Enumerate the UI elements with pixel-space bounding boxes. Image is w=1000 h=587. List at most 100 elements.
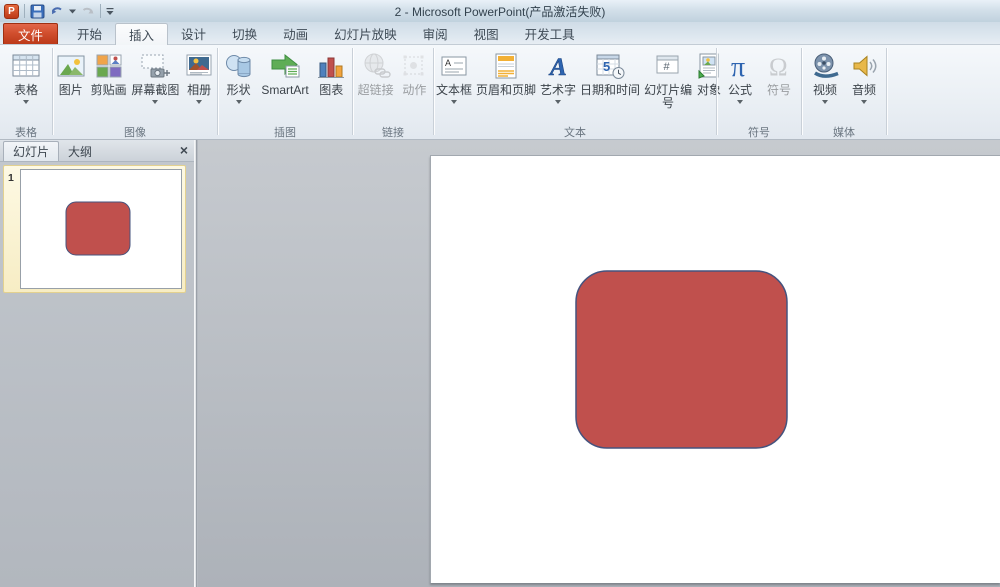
ribbon-tab-row: 文件 开始 插入 设计 切换 动画 幻灯片放映 审阅 视图 开发工具 xyxy=(0,22,1000,45)
group-label: 表格 xyxy=(0,123,52,139)
window-title: 2 - Microsoft PowerPoint(产品激活失败) xyxy=(0,3,1000,20)
dropdown-arrow xyxy=(737,100,743,104)
button-label: 表格 xyxy=(14,84,38,97)
ribbon-group-illustrations: 形状 SmartArt xyxy=(218,45,352,139)
symbol-button: Ω 符号 xyxy=(763,49,795,98)
tab-animations[interactable]: 动画 xyxy=(270,23,321,44)
ribbon-group-tables: 表格 表格 xyxy=(0,45,52,139)
photo-album-button[interactable]: 相册 xyxy=(182,49,216,105)
tab-transitions[interactable]: 切换 xyxy=(219,23,270,44)
thumbnail-shape xyxy=(66,202,130,255)
button-label: 超链接 xyxy=(358,84,394,97)
screenshot-icon xyxy=(139,50,171,82)
button-label: 符号 xyxy=(767,84,791,97)
dropdown-arrow xyxy=(861,100,867,104)
group-label: 链接 xyxy=(353,123,433,139)
ribbon-group-images: 图片 剪贴画 xyxy=(53,45,217,139)
picture-button[interactable]: 图片 xyxy=(54,49,88,98)
smartart-icon xyxy=(269,50,301,82)
tab-file[interactable]: 文件 xyxy=(3,23,58,44)
shapes-button[interactable]: 形状 xyxy=(222,49,256,105)
ribbon: 表格 表格 图片 xyxy=(0,45,1000,140)
button-label: 幻灯片编号 xyxy=(644,84,692,110)
header-footer-button[interactable]: 页眉和页脚 xyxy=(474,49,538,98)
symbol-icon: Ω xyxy=(765,50,793,82)
smartart-button[interactable]: SmartArt xyxy=(259,49,310,98)
hyperlink-button: 超链接 xyxy=(356,49,396,98)
audio-icon xyxy=(850,50,878,82)
button-label: 音频 xyxy=(852,84,876,97)
svg-text:A: A xyxy=(548,54,567,80)
dropdown-arrow xyxy=(236,100,242,104)
tab-view[interactable]: 视图 xyxy=(461,23,512,44)
svg-text:5: 5 xyxy=(603,59,610,74)
group-label: 图像 xyxy=(53,123,217,139)
action-icon xyxy=(400,50,428,82)
tab-slideshow[interactable]: 幻灯片放映 xyxy=(321,23,410,44)
hyperlink-icon xyxy=(361,50,391,82)
button-label: 视频 xyxy=(813,84,837,97)
button-label: SmartArt xyxy=(261,84,308,97)
tab-outline[interactable]: 大纲 xyxy=(59,141,101,161)
table-button[interactable]: 表格 xyxy=(9,49,43,105)
button-label: 公式 xyxy=(728,84,752,97)
svg-text:π: π xyxy=(731,52,745,81)
svg-text:Ω: Ω xyxy=(769,54,788,81)
video-button[interactable]: 视频 xyxy=(808,49,842,105)
button-label: 图片 xyxy=(59,84,83,97)
slide-number: 1 xyxy=(8,172,14,184)
pane-splitter[interactable] xyxy=(194,140,197,587)
button-label: 日期和时间 xyxy=(580,84,640,97)
tab-design[interactable]: 设计 xyxy=(168,23,219,44)
svg-text:#: # xyxy=(664,61,671,73)
button-label: 形状 xyxy=(227,84,251,97)
slide-number-icon: # xyxy=(654,50,682,82)
tab-home[interactable]: 开始 xyxy=(64,23,115,44)
ribbon-group-links: 超链接 动作 链接 xyxy=(353,45,433,139)
group-label: 媒体 xyxy=(802,123,886,139)
textbox-icon: A xyxy=(439,50,469,82)
button-label: 动作 xyxy=(402,84,426,97)
slide-thumbnail-selected[interactable]: 1 xyxy=(3,165,186,293)
dropdown-arrow xyxy=(555,100,561,104)
pane-tab-bar: 幻灯片 大纲 × xyxy=(0,140,194,162)
dropdown-arrow xyxy=(822,100,828,104)
slide-thumbnail[interactable] xyxy=(20,169,182,289)
wordart-icon: A xyxy=(544,50,572,82)
slide-canvas[interactable] xyxy=(430,155,1000,583)
main-area: 幻灯片 大纲 × 1 xyxy=(0,140,1000,587)
clipart-icon xyxy=(94,50,124,82)
datetime-icon: 5 xyxy=(595,50,625,82)
textbox-button[interactable]: A 文本框 xyxy=(434,49,474,105)
dropdown-arrow xyxy=(451,100,457,104)
button-label: 相册 xyxy=(187,84,211,97)
screenshot-button[interactable]: 屏幕截图 xyxy=(129,49,181,105)
button-label: 页眉和页脚 xyxy=(476,84,536,97)
svg-text:A: A xyxy=(445,58,451,68)
dropdown-arrow xyxy=(23,100,29,104)
equation-button[interactable]: π 公式 xyxy=(723,49,757,105)
slide-number-button[interactable]: # 幻灯片编号 xyxy=(642,49,694,111)
tab-developer[interactable]: 开发工具 xyxy=(512,23,588,44)
button-label: 剪贴画 xyxy=(91,84,127,97)
titlebar: P xyxy=(0,0,1000,22)
shapes-icon xyxy=(224,50,254,82)
tab-review[interactable]: 审阅 xyxy=(410,23,461,44)
group-label: 插图 xyxy=(218,123,352,139)
chart-button[interactable]: 图表 xyxy=(314,49,348,98)
table-icon xyxy=(11,50,41,82)
tab-slides[interactable]: 幻灯片 xyxy=(3,141,59,161)
picture-icon xyxy=(56,50,86,82)
tab-insert[interactable]: 插入 xyxy=(115,23,168,45)
button-label: 文本框 xyxy=(436,84,472,97)
audio-button[interactable]: 音频 xyxy=(848,49,880,105)
button-label: 艺术字 xyxy=(540,84,576,97)
slides-pane: 幻灯片 大纲 × 1 xyxy=(0,140,194,587)
button-label: 图表 xyxy=(319,84,343,97)
wordart-button[interactable]: A 艺术字 xyxy=(538,49,578,105)
ribbon-group-symbols: π 公式 Ω 符号 符号 xyxy=(717,45,801,139)
clipart-button[interactable]: 剪贴画 xyxy=(89,49,129,98)
rounded-rectangle-shape[interactable] xyxy=(576,271,787,448)
close-icon[interactable]: × xyxy=(180,143,188,157)
datetime-button[interactable]: 5 日期和时间 xyxy=(578,49,642,98)
